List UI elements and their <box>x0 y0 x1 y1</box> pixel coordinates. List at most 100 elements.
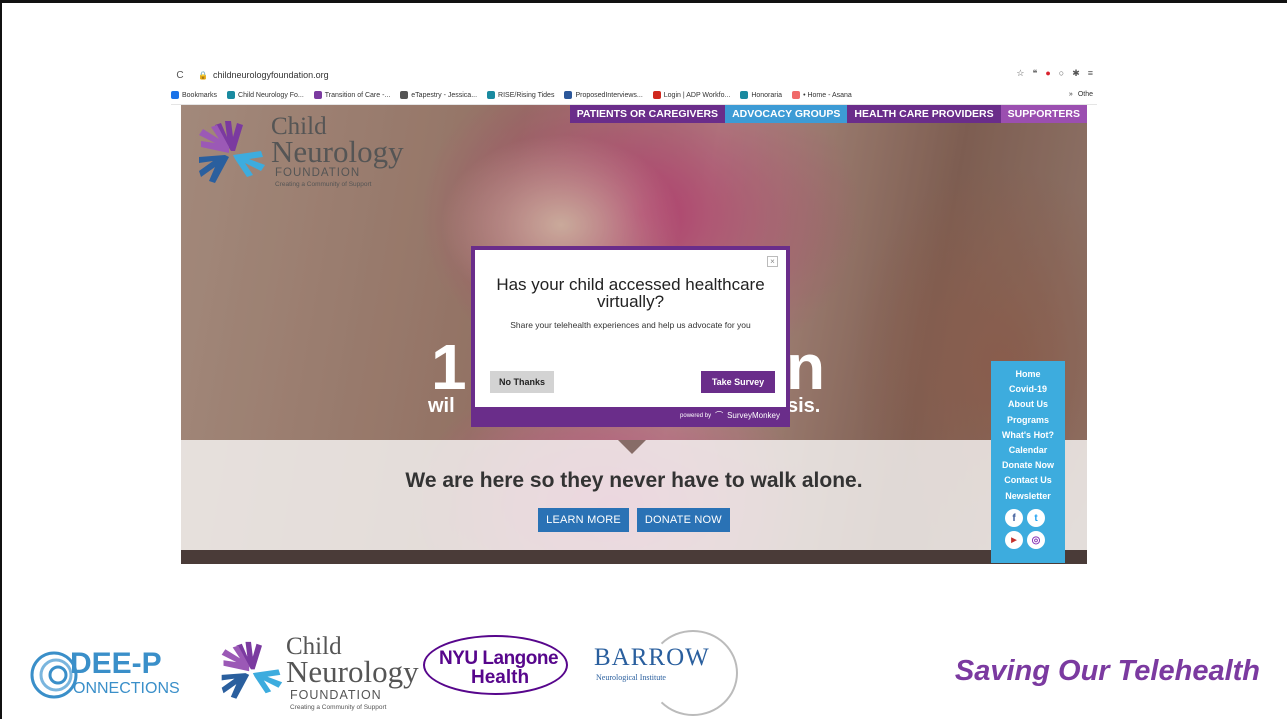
nyu-langone-logo: NYU Langone Health <box>423 635 573 695</box>
nyu-line2: Health <box>471 667 530 688</box>
bookmark-item[interactable]: eTapestry - Jessica... <box>400 91 477 99</box>
side-menu: Home Covid-19 About Us Programs What's H… <box>991 361 1065 563</box>
bookmark-item[interactable]: Bookmarks <box>171 91 217 99</box>
bookmark-item[interactable]: Login | ADP Workfo... <box>652 91 731 99</box>
side-menu-programs[interactable]: Programs <box>991 413 1065 428</box>
logo-foundation: FOUNDATION <box>275 167 361 179</box>
extension-icons: ☆ ❝ ● ○ ✱ ≡ <box>1016 68 1093 79</box>
bookmark-label: Honoraria <box>751 91 783 99</box>
close-icon[interactable]: × <box>767 256 778 267</box>
side-menu-about[interactable]: About Us <box>991 397 1065 412</box>
bookmark-icon <box>792 91 801 99</box>
side-menu-whats-hot[interactable]: What's Hot? <box>991 428 1065 443</box>
address-bar[interactable]: C 🔒 childneurologyfoundation.org ☆ ❝ ● ○… <box>171 64 1097 86</box>
nav-health-care-providers[interactable]: HEALTH CARE PROVIDERS <box>847 105 1001 123</box>
menu-icon[interactable]: ≡ <box>1088 68 1093 79</box>
survey-modal-subtitle: Share your telehealth experiences and he… <box>510 320 751 330</box>
instagram-icon[interactable]: ◎ <box>1027 531 1045 549</box>
side-menu-covid[interactable]: Covid-19 <box>991 382 1065 397</box>
bookmark-icon <box>740 91 749 99</box>
take-survey-button[interactable]: Take Survey <box>701 371 775 393</box>
facebook-icon[interactable]: f <box>1005 509 1023 527</box>
bookmark-label: Transition of Care -... <box>324 91 391 99</box>
youtube-icon[interactable]: ▶ <box>1005 531 1023 549</box>
reload-icon[interactable]: C <box>173 70 187 81</box>
social-icons: f t ▶ ◎ <box>1005 509 1053 549</box>
other-bookmarks[interactable]: Othe <box>1078 91 1093 98</box>
bookmark-item[interactable]: Transition of Care -... <box>313 91 391 99</box>
surveymonkey-icon: ⌒ <box>715 411 724 420</box>
side-menu-donate[interactable]: Donate Now <box>991 458 1065 473</box>
bookmark-label: • Home - Asana <box>803 91 852 99</box>
barrow-logo: BARROW Neurological Institute <box>590 630 750 716</box>
powered-by-label: powered by <box>680 412 712 419</box>
bookmarks-overflow[interactable]: » <box>1069 91 1073 98</box>
deep-title: DEE-P <box>70 647 162 680</box>
bookmark-label: ProposedInterviews... <box>575 91 643 99</box>
circle-icon[interactable]: ○ <box>1059 68 1064 79</box>
survey-modal-title: Has your child accessed healthcare virtu… <box>496 275 765 311</box>
side-menu-home[interactable]: Home <box>991 367 1065 382</box>
bookmark-icon <box>313 91 322 99</box>
bookmark-item[interactable]: RISE/Rising Tides <box>487 91 554 99</box>
extension-icon[interactable]: ❝ <box>1032 68 1037 79</box>
bookmarks-right: » Othe <box>1069 91 1093 98</box>
hero-headline-right: n <box>786 331 826 403</box>
logo-neurology: Neurology <box>271 134 404 169</box>
slide-left-border <box>0 0 2 719</box>
url-text[interactable]: childneurologyfoundation.org <box>213 70 329 80</box>
bookmark-item[interactable]: ProposedInterviews... <box>564 91 643 99</box>
deep-connections-logo: DEE-P ONNECTIONS <box>30 645 210 705</box>
no-thanks-button[interactable]: No Thanks <box>490 371 554 393</box>
survey-modal: × Has your child accessed healthcare vir… <box>471 246 790 427</box>
slide-top-border <box>0 0 1287 3</box>
nav-supporters[interactable]: SUPPORTERS <box>1000 105 1087 123</box>
band-buttons: LEARN MORE DONATE NOW <box>181 508 1087 532</box>
slide-tagline: Saving Our Telehealth <box>954 655 1260 687</box>
hero-headline-left: 1 <box>431 331 467 403</box>
twitter-icon[interactable]: t <box>1027 509 1045 527</box>
top-navigation: PATIENTS OR CAREGIVERS ADVOCACY GROUPS H… <box>569 105 1087 123</box>
bookmark-item[interactable]: • Home - Asana <box>792 91 852 99</box>
cnf-neurology: Neurology <box>286 654 419 689</box>
band-message: We are here so they never have to walk a… <box>405 469 863 492</box>
bookmark-label: Bookmarks <box>182 91 218 99</box>
surveymonkey-branding: powered by ⌒ SurveyMonkey <box>680 410 780 421</box>
bookmark-icon <box>227 91 236 99</box>
presentation-slide: C 🔒 childneurologyfoundation.org ☆ ❝ ● ○… <box>0 0 1287 719</box>
bottom-strip <box>181 550 1087 564</box>
learn-more-button[interactable]: LEARN MORE <box>538 508 629 532</box>
bookmark-item[interactable]: Honoraria <box>740 91 782 99</box>
puzzle-icon[interactable]: ✱ <box>1072 68 1080 79</box>
donate-now-button[interactable]: DONATE NOW <box>636 508 730 532</box>
hero-subline-left: wil <box>428 395 455 417</box>
bookmark-item[interactable]: Child Neurology Fo... <box>227 91 304 99</box>
surveymonkey-brand: SurveyMonkey <box>727 411 780 420</box>
side-menu-contact[interactable]: Contact Us <box>991 473 1065 488</box>
pinterest-icon[interactable]: ● <box>1045 68 1050 79</box>
barrow-subtitle: Neurological Institute <box>596 673 666 682</box>
logo-tagline: Creating a Community of Support <box>275 181 372 188</box>
hands-logo-icon <box>221 641 283 699</box>
bookmark-icon <box>652 91 661 99</box>
nav-advocacy-groups[interactable]: ADVOCACY GROUPS <box>725 105 848 123</box>
bookmark-label: Child Neurology Fo... <box>238 91 304 99</box>
side-menu-calendar[interactable]: Calendar <box>991 443 1065 458</box>
cnf-foundation: FOUNDATION <box>290 688 382 702</box>
bookmark-label: Login | ADP Workfo... <box>663 91 731 99</box>
bookmark-icon <box>400 91 409 99</box>
hands-logo-icon <box>199 121 265 183</box>
cnf-tagline: Creating a Community of Support <box>290 704 387 711</box>
band-notch <box>618 440 646 454</box>
nav-patients-caregivers[interactable]: PATIENTS OR CAREGIVERS <box>569 105 726 123</box>
star-icon[interactable]: ☆ <box>1016 68 1024 79</box>
message-band <box>181 440 1087 550</box>
bookmark-label: RISE/Rising Tides <box>498 91 555 99</box>
bookmark-icon <box>487 91 496 99</box>
bookmark-icon <box>564 91 573 99</box>
side-menu-newsletter[interactable]: Newsletter <box>991 489 1065 504</box>
barrow-name: BARROW <box>594 644 710 671</box>
site-logo[interactable]: Child Neurology FOUNDATION Creating a Co… <box>195 114 415 195</box>
bookmark-label: eTapestry - Jessica... <box>411 91 478 99</box>
bookmarks-bar: Bookmarks Child Neurology Fo... Transition… <box>171 86 1097 105</box>
